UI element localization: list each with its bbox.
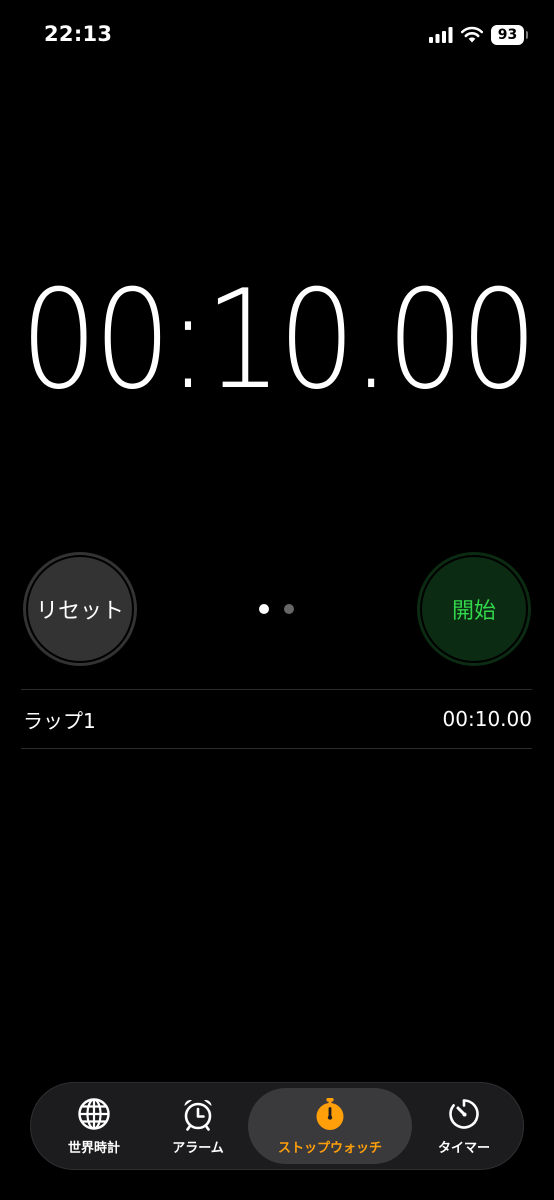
- start-button-label: 開始: [451, 599, 496, 624]
- lap-divider-bottom: [21, 748, 532, 749]
- reset-button[interactable]: リセット: [23, 552, 137, 666]
- status-time: 22:13: [44, 22, 113, 46]
- tab-stopwatch-label: ストップウォッチ: [277, 1140, 382, 1156]
- tab-alarm[interactable]: アラーム: [148, 1088, 248, 1164]
- reset-button-label: リセット: [35, 599, 124, 624]
- stopwatch-icon: [313, 1097, 347, 1131]
- status-bar: 22:13 93: [0, 0, 554, 70]
- tab-timer-label: タイマー: [437, 1140, 490, 1156]
- tab-world-clock[interactable]: 世界時計: [40, 1088, 148, 1164]
- wifi-icon: [460, 25, 484, 47]
- page-indicator[interactable]: [259, 604, 294, 614]
- page-dot-2[interactable]: [284, 604, 294, 614]
- start-button[interactable]: 開始: [417, 552, 531, 666]
- signal-icon: [429, 27, 453, 47]
- lap-time: 00:10.00: [442, 707, 532, 731]
- lap-label: ラップ1: [23, 708, 96, 733]
- alarm-clock-icon: [181, 1097, 215, 1131]
- tab-alarm-label: アラーム: [172, 1140, 224, 1156]
- stopwatch-display: 00:10.00: [20, 260, 538, 420]
- globe-icon: [77, 1097, 111, 1131]
- lap-row: ラップ1 00:10.00: [21, 690, 532, 748]
- timer-icon: [447, 1097, 481, 1131]
- tab-bar: 世界時計 アラーム ストップウォッチ タイマー: [30, 1082, 524, 1170]
- battery-icon: 93: [491, 25, 528, 45]
- tab-timer[interactable]: タイマー: [412, 1088, 516, 1164]
- tab-world-clock-label: 世界時計: [67, 1140, 120, 1156]
- page-dot-1[interactable]: [259, 604, 269, 614]
- tab-stopwatch[interactable]: ストップウォッチ: [248, 1088, 412, 1164]
